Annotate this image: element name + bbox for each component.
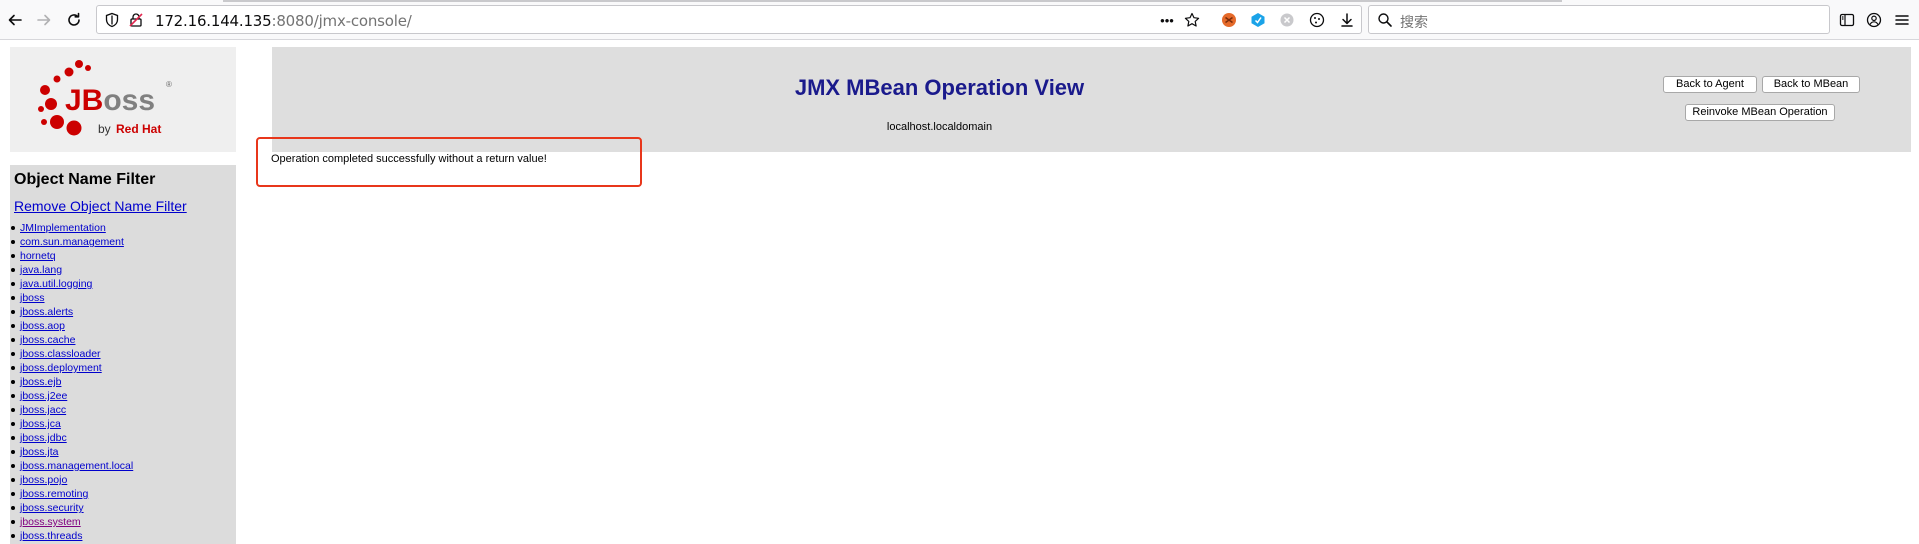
search-field[interactable]: 搜索 <box>1368 5 1830 34</box>
search-icon <box>1377 12 1393 28</box>
logo-tagline-prefix: by <box>98 122 111 136</box>
insecure-lock-icon[interactable] <box>128 12 144 28</box>
search-placeholder: 搜索 <box>1400 15 1428 31</box>
object-name-filter-panel: Object Name Filter Remove Object Name Fi… <box>10 165 236 544</box>
hamburger-menu-icon[interactable] <box>1893 11 1911 29</box>
domain-link[interactable]: jboss.deployment <box>20 362 102 374</box>
forward-arrow-icon[interactable] <box>32 8 56 32</box>
tab-strip-edge <box>223 0 1562 2</box>
download-icon[interactable] <box>1338 11 1356 29</box>
domain-list-item: jboss.jta <box>10 445 133 459</box>
domain-list-item: jboss.remoting <box>10 487 133 501</box>
domain-link[interactable]: jboss.system <box>20 516 81 528</box>
page-actions-icon[interactable]: ••• <box>1155 11 1179 29</box>
domain-link[interactable]: jboss.jdbc <box>20 432 67 444</box>
logo-tagline-company: Red Hat <box>116 122 161 136</box>
address-bar[interactable]: 172.16.144.135:8080/jmx-console/ ••• <box>96 5 1362 34</box>
back-to-agent-button[interactable]: Back to Agent <box>1663 76 1757 93</box>
domain-list-item: com.sun.management <box>10 235 133 249</box>
domain-link[interactable]: jboss.aop <box>20 320 65 332</box>
account-icon[interactable] <box>1865 11 1883 29</box>
registered-mark: ® <box>166 80 172 89</box>
domain-link[interactable]: jboss.jca <box>20 418 61 430</box>
domain-list-item: jboss <box>10 291 133 305</box>
domain-list-item: jboss.jacc <box>10 403 133 417</box>
domain-list-item: JMImplementation <box>10 221 133 235</box>
url-path: :8080/jmx-console/ <box>271 12 412 30</box>
domain-link[interactable]: jboss.alerts <box>20 306 73 318</box>
reload-icon[interactable] <box>62 8 86 32</box>
domain-list-item: jboss.alerts <box>10 305 133 319</box>
cookie-icon[interactable] <box>1308 11 1326 29</box>
domain-list-item: java.util.logging <box>10 277 133 291</box>
domain-link[interactable]: java.util.logging <box>20 278 92 290</box>
domain-link[interactable]: java.lang <box>20 264 62 276</box>
domain-list-item: java.lang <box>10 263 133 277</box>
domain-list-item: jboss.jca <box>10 417 133 431</box>
url-text[interactable]: 172.16.144.135:8080/jmx-console/ <box>155 12 412 30</box>
domain-list-item: jboss.system <box>10 515 133 529</box>
extension-orange-icon[interactable] <box>1220 11 1238 29</box>
reinvoke-operation-button[interactable]: Reinvoke MBean Operation <box>1685 104 1835 121</box>
domain-link[interactable]: jboss.j2ee <box>20 390 67 402</box>
domain-link[interactable]: com.sun.management <box>20 236 124 248</box>
logo-brand-text: JBoss <box>65 84 155 117</box>
domain-link[interactable]: jboss.pojo <box>20 474 67 486</box>
domain-list: JMImplementation com.sun.management hornet… <box>10 221 133 543</box>
domain-list-item: jboss.threads <box>10 529 133 543</box>
domain-link[interactable]: jboss.management.local <box>20 460 133 472</box>
highlight-annotation-box <box>256 137 642 187</box>
filter-title: Object Name Filter <box>14 171 156 188</box>
domain-list-item: hornetq <box>10 249 133 263</box>
domain-list-item: jboss.security <box>10 501 133 515</box>
domain-link[interactable]: jboss.jta <box>20 446 59 458</box>
domain-link[interactable]: jboss <box>20 292 45 304</box>
host-name: localhost.localdomain <box>886 121 993 133</box>
domain-list-item: jboss.management.local <box>10 459 133 473</box>
shield-icon[interactable] <box>104 12 120 28</box>
jboss-logo: JBoss ® by Red Hat <box>38 60 172 136</box>
domain-list-item: jboss.deployment <box>10 361 133 375</box>
domain-list-item: jboss.jdbc <box>10 431 133 445</box>
back-arrow-icon[interactable] <box>3 8 27 32</box>
domain-list-item: jboss.aop <box>10 319 133 333</box>
domain-list-item: jboss.cache <box>10 333 133 347</box>
remove-filter-link[interactable]: Remove Object Name Filter <box>14 198 187 214</box>
domain-list-item: jboss.j2ee <box>10 389 133 403</box>
logo-panel: JBoss ® by Red Hat <box>10 47 236 152</box>
domain-link[interactable]: jboss.jacc <box>20 404 66 416</box>
page-title: JMX MBean Operation View <box>794 75 1085 100</box>
domain-link[interactable]: jboss.classloader <box>20 348 101 360</box>
extension-blue-icon[interactable] <box>1249 11 1267 29</box>
domain-list-item: jboss.ejb <box>10 375 133 389</box>
sidebar-toggle-icon[interactable] <box>1838 11 1856 29</box>
url-host: 172.16.144.135 <box>155 12 272 30</box>
domain-link[interactable]: hornetq <box>20 250 56 262</box>
domain-link[interactable]: jboss.remoting <box>20 488 88 500</box>
domain-link[interactable]: jboss.security <box>20 502 84 514</box>
bookmark-star-icon[interactable] <box>1183 11 1201 29</box>
domain-link[interactable]: jboss.ejb <box>20 376 61 388</box>
domain-link[interactable]: jboss.threads <box>20 530 82 542</box>
extension-gray-icon[interactable] <box>1278 11 1296 29</box>
domain-link[interactable]: jboss.cache <box>20 334 75 346</box>
domain-list-item: jboss.classloader <box>10 347 133 361</box>
browser-toolbar: 172.16.144.135:8080/jmx-console/ ••• 搜索 <box>0 0 1919 40</box>
domain-list-item: jboss.pojo <box>10 473 133 487</box>
domain-link[interactable]: JMImplementation <box>20 222 106 234</box>
back-to-mbean-button[interactable]: Back to MBean <box>1762 76 1860 93</box>
